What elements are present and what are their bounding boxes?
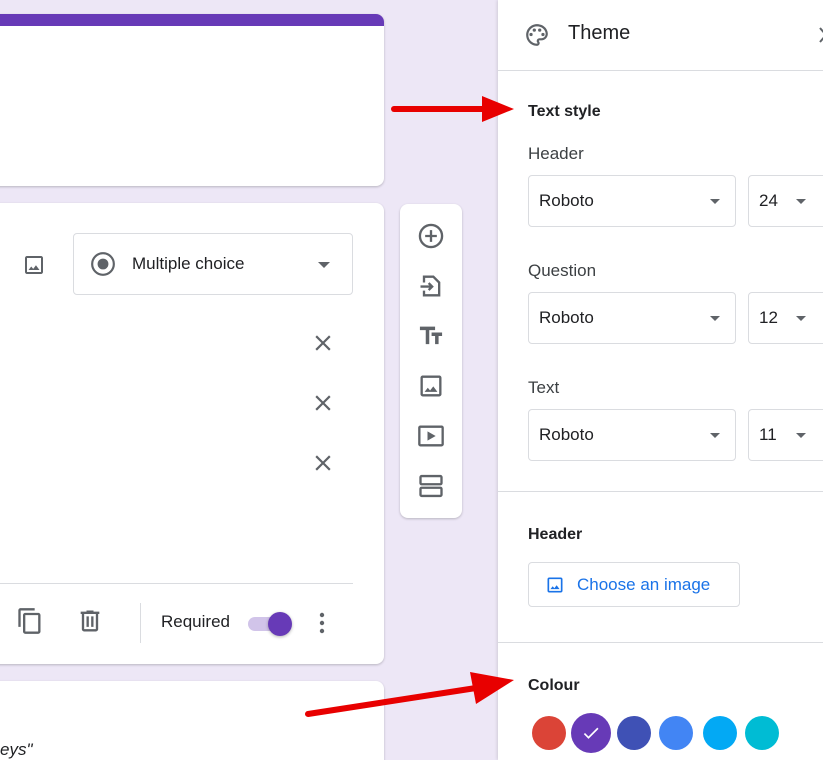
colour-heading: Colour	[528, 677, 580, 694]
colour-swatch-light-blue[interactable]	[703, 716, 737, 750]
text-size-value: 11	[759, 425, 777, 444]
panel-title: Theme	[568, 22, 631, 44]
question-type-select[interactable]: Multiple choice	[73, 233, 353, 295]
remove-option-icon[interactable]	[310, 450, 336, 476]
remove-option-icon[interactable]	[310, 390, 336, 416]
partial-question-text: eys"	[0, 740, 33, 759]
duplicate-icon[interactable]	[16, 607, 44, 635]
text-font-value: Roboto	[539, 425, 594, 444]
colour-swatch-purple-selected[interactable]	[571, 713, 611, 753]
section-divider	[498, 491, 823, 492]
colour-swatch-cyan[interactable]	[745, 716, 779, 750]
add-image-to-question-button[interactable]	[20, 251, 48, 279]
question-font-select[interactable]: Roboto	[528, 292, 736, 344]
section-divider	[498, 642, 823, 643]
delete-icon[interactable]	[76, 607, 104, 635]
text-font-select[interactable]: Roboto	[528, 409, 736, 461]
add-image-icon[interactable]	[417, 372, 445, 400]
palette-icon	[526, 24, 548, 46]
theme-panel-header: Theme	[498, 0, 823, 71]
header-size-value: 24	[759, 191, 778, 210]
add-question-icon[interactable]	[417, 222, 445, 250]
more-vert-icon[interactable]	[312, 609, 332, 637]
text-font-label: Text	[528, 378, 560, 397]
radio-button-icon	[91, 252, 115, 276]
annotation-arrow-colour	[305, 672, 514, 717]
header-heading: Header	[528, 526, 583, 543]
add-video-icon[interactable]	[417, 422, 445, 450]
toggle-knob	[268, 612, 292, 636]
remove-option-icon[interactable]	[310, 330, 336, 356]
question-font-label: Question	[528, 261, 597, 280]
question-size-value: 12	[759, 308, 778, 327]
header-font-select[interactable]: Roboto	[528, 175, 736, 227]
chevron-down-icon	[710, 433, 720, 438]
question-footer-divider	[0, 583, 353, 584]
colour-swatch-indigo[interactable]	[617, 716, 651, 750]
check-icon	[583, 727, 599, 739]
chevron-down-icon	[796, 316, 806, 321]
choose-image-button[interactable]: Choose an image	[528, 562, 740, 607]
colour-swatch-blue[interactable]	[659, 716, 693, 750]
required-label: Required	[161, 612, 230, 631]
question-size-select[interactable]: 12	[748, 292, 823, 344]
chevron-down-icon	[318, 262, 330, 268]
import-questions-icon[interactable]	[417, 272, 445, 300]
question-type-label: Multiple choice	[132, 254, 245, 273]
question-toolbar	[400, 204, 462, 518]
text-size-select[interactable]: 11	[748, 409, 823, 461]
chevron-down-icon	[796, 199, 806, 204]
footer-separator	[140, 603, 141, 643]
theme-panel: Theme Text style Header Roboto 24 Questi…	[498, 0, 823, 760]
close-icon[interactable]	[818, 24, 823, 46]
required-toggle[interactable]	[246, 610, 294, 638]
header-font-label: Header	[528, 144, 584, 163]
add-title-icon[interactable]	[417, 322, 445, 350]
colour-swatch-red[interactable]	[532, 716, 566, 750]
choose-image-label: Choose an image	[577, 574, 711, 594]
question-card[interactable]: Multiple choice Required	[0, 203, 384, 664]
image-icon	[25, 256, 43, 274]
question-font-value: Roboto	[539, 308, 594, 327]
header-font-value: Roboto	[539, 191, 594, 210]
image-icon	[547, 577, 563, 592]
annotation-arrow-text-style	[391, 96, 514, 122]
chevron-down-icon	[710, 316, 720, 321]
title-card-accent-bar	[0, 14, 384, 26]
chevron-down-icon	[796, 433, 806, 438]
form-title-card[interactable]	[0, 14, 384, 186]
chevron-down-icon	[710, 199, 720, 204]
add-section-icon[interactable]	[417, 472, 445, 500]
header-size-select[interactable]: 24	[748, 175, 823, 227]
text-style-heading: Text style	[528, 103, 601, 120]
